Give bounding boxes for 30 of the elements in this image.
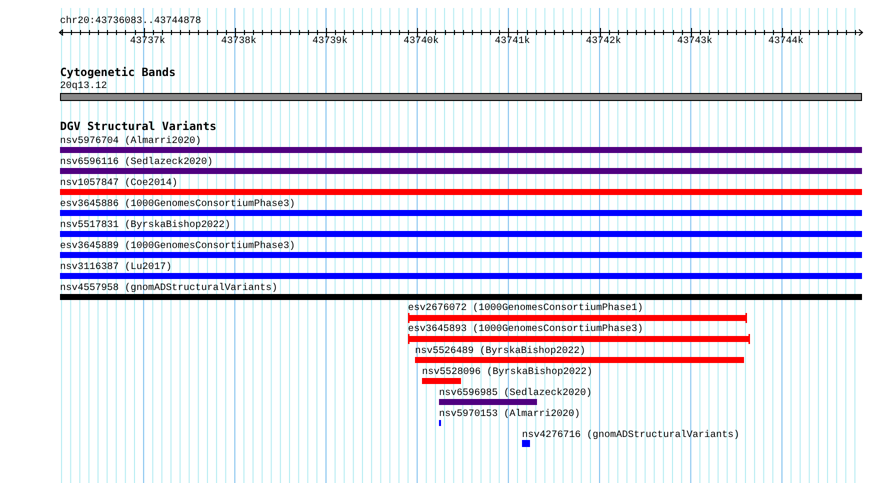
- variant-label[interactable]: esv3645886 (1000GenomesConsortiumPhase3): [60, 198, 296, 209]
- variant-label[interactable]: esv3645889 (1000GenomesConsortiumPhase3): [60, 240, 296, 251]
- tick-label: 43740k: [402, 35, 440, 46]
- variant-label[interactable]: nsv6596116 (Sedlazeck2020): [60, 156, 213, 167]
- variant-label[interactable]: nsv4557958 (gnomADStructuralVariants): [60, 282, 278, 293]
- variant-label[interactable]: nsv4276716 (gnomADStructuralVariants): [522, 429, 740, 440]
- tick-label: 43744k: [767, 35, 805, 46]
- track-title: DGV Structural Variants: [60, 121, 216, 133]
- variant-label[interactable]: nsv5517831 (ByrskaBishop2022): [60, 219, 230, 230]
- track-title: Cytogenetic Bands: [60, 67, 176, 79]
- variant-label[interactable]: nsv5976704 (Almarri2020): [60, 135, 202, 146]
- tick-label: 43737k: [128, 35, 166, 46]
- tick-label: 43742k: [584, 35, 622, 46]
- tick-label: 43743k: [676, 35, 714, 46]
- variant-bar[interactable]: [408, 334, 750, 344]
- variant-label[interactable]: nsv5526489 (ByrskaBishop2022): [415, 345, 586, 356]
- variant-bar[interactable]: [408, 313, 747, 323]
- variant-label[interactable]: nsv5528096 (ByrskaBishop2022): [422, 366, 592, 377]
- cytoband-bar[interactable]: [60, 93, 862, 101]
- variant-label[interactable]: esv2676072 (1000GenomesConsortiumPhase1): [408, 302, 644, 313]
- variant-label[interactable]: nsv1057847 (Coe2014): [60, 177, 178, 188]
- band-label[interactable]: 20q13.12: [60, 80, 108, 91]
- tick-label: 43739k: [311, 35, 349, 46]
- tick-label: 43741k: [494, 35, 531, 46]
- position-text: chr20:43736083..43744878: [60, 15, 202, 26]
- variant-label[interactable]: esv3645893 (1000GenomesConsortiumPhase3): [408, 323, 644, 334]
- variant-label[interactable]: nsv6596985 (Sedlazeck2020): [439, 387, 592, 398]
- variant-label[interactable]: nsv3116387 (Lu2017): [60, 261, 172, 272]
- variant-label[interactable]: nsv5970153 (Almarri2020): [439, 408, 580, 419]
- tick-label: 43738k: [220, 35, 258, 46]
